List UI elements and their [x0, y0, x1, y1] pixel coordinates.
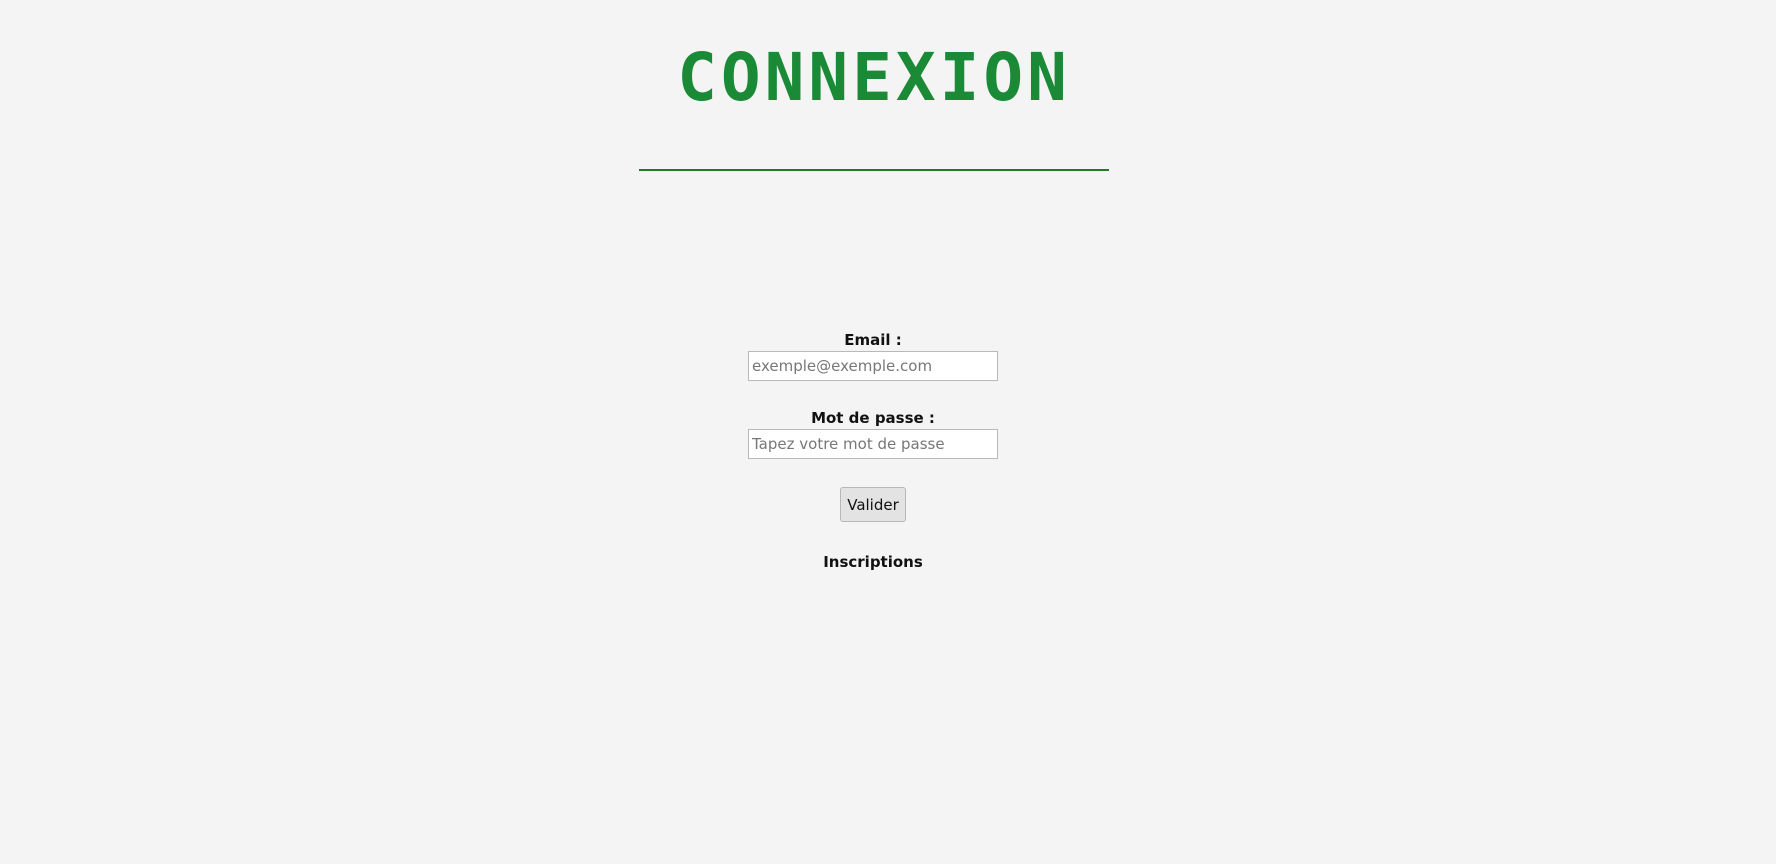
- submit-button[interactable]: Valider: [840, 487, 906, 522]
- signup-link[interactable]: Inscriptions: [823, 552, 923, 572]
- page-header: CONNEXION: [639, 38, 1109, 118]
- email-label: Email :: [844, 331, 902, 349]
- password-field[interactable]: [748, 429, 998, 459]
- password-label: Mot de passe :: [811, 409, 935, 427]
- login-form: Email : Mot de passe : Valider Inscripti…: [638, 330, 1108, 572]
- title-divider: [639, 169, 1109, 171]
- page-title: CONNEXION: [677, 39, 1071, 116]
- email-field[interactable]: [748, 351, 998, 381]
